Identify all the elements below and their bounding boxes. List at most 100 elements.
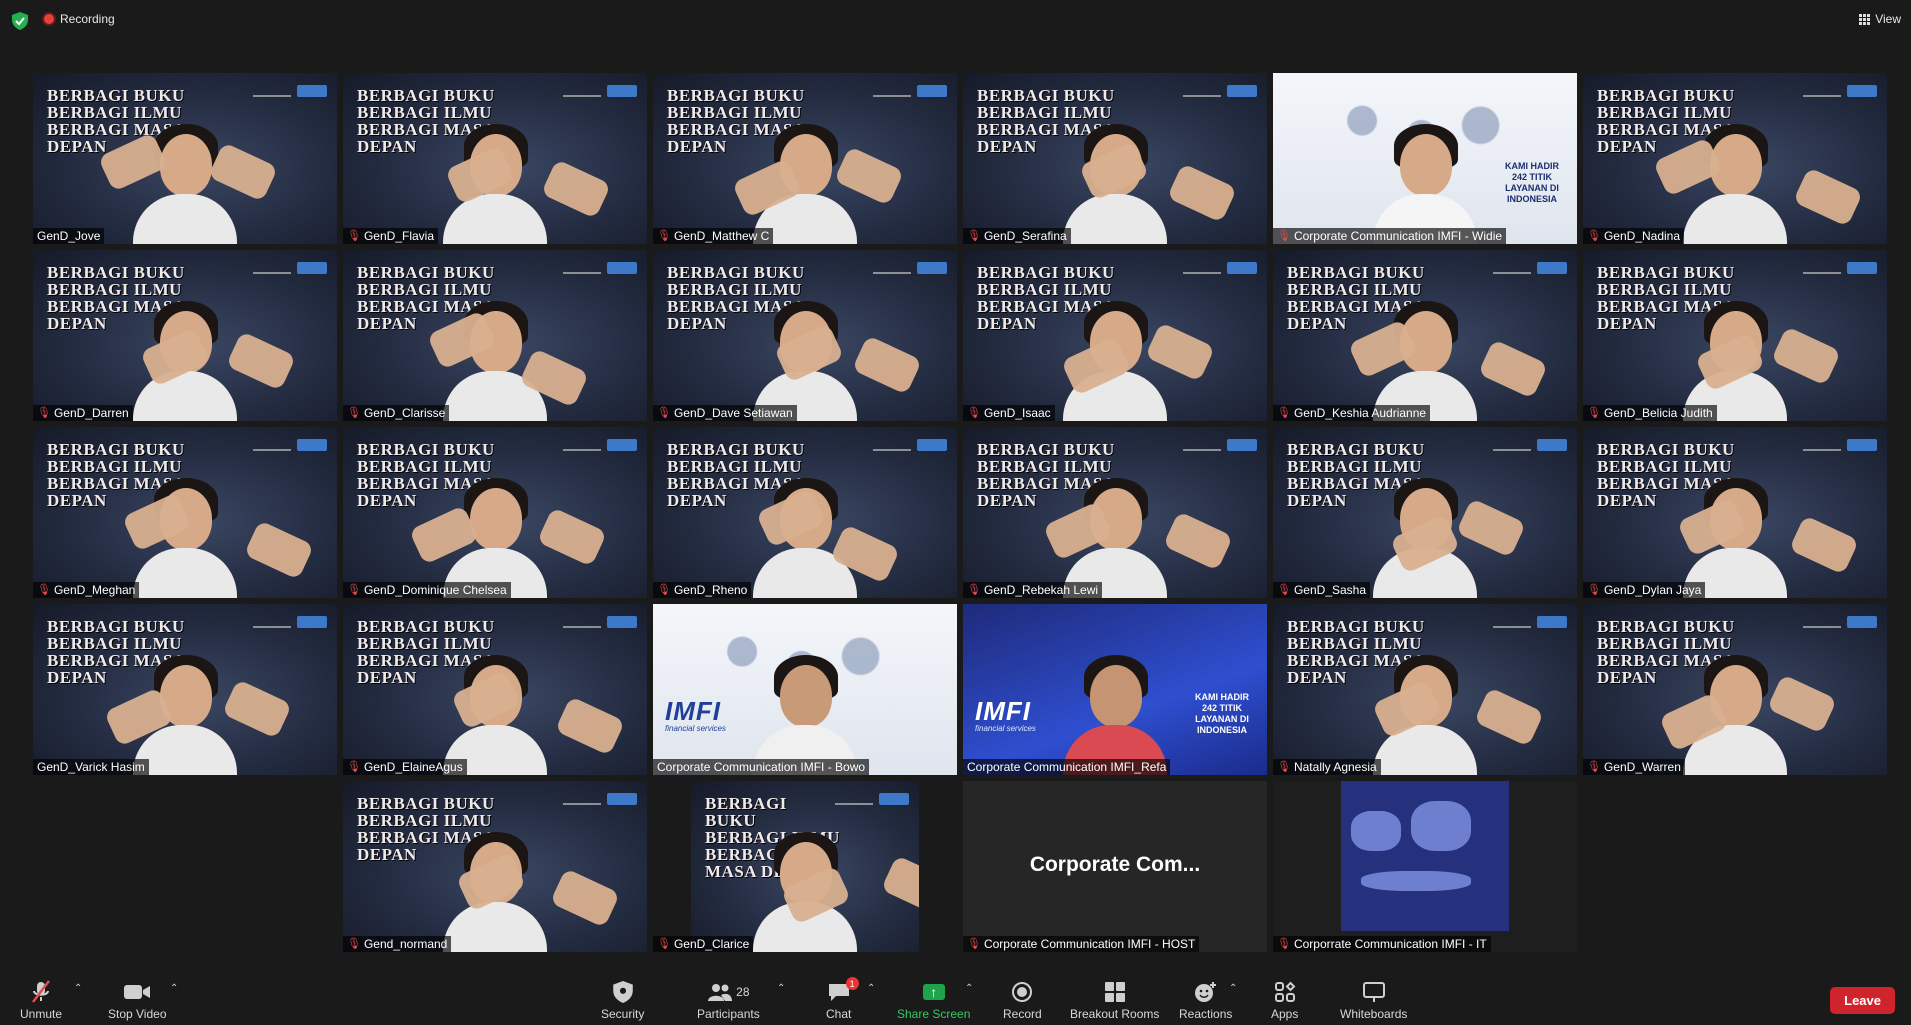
record-button[interactable]: Record bbox=[1003, 979, 1042, 1021]
breakout-rooms-icon bbox=[1104, 979, 1126, 1005]
brand-logo bbox=[563, 793, 601, 805]
security-button[interactable]: Security bbox=[601, 979, 644, 1021]
reactions-button[interactable]: Reactions bbox=[1179, 979, 1232, 1021]
audio-options-caret-icon[interactable]: ⌃ bbox=[74, 983, 82, 994]
sponsor-logo bbox=[1227, 85, 1257, 97]
participant-video bbox=[1055, 625, 1175, 775]
participant-tile[interactable]: BERBAGI BUKU BERBAGI ILMU BERBAGI MASA DEP… bbox=[343, 781, 647, 952]
participant-tile[interactable]: IMFI financial services Corporate Communic… bbox=[653, 604, 957, 775]
participant-name: GenD_Dominique Chelsea bbox=[363, 583, 507, 597]
participant-tile[interactable]: BERBAGI BUKU BERBAGI ILMU BERBAGI MASA DEP… bbox=[653, 781, 957, 952]
mic-muted-icon: 🎙 bbox=[1277, 407, 1291, 419]
participant-tile[interactable]: BERBAGI BUKU BERBAGI ILMU BERBAGI MASA DEP… bbox=[1583, 73, 1887, 244]
recording-label: Recording bbox=[60, 12, 115, 26]
participant-name: GenD_Meghan bbox=[53, 583, 136, 597]
chat-button[interactable]: 1 Chat bbox=[826, 977, 859, 1021]
sponsor-logo bbox=[297, 85, 327, 97]
brand-logo bbox=[1183, 85, 1221, 97]
mic-muted-icon: 🎙 bbox=[1587, 761, 1601, 773]
participant-tile[interactable]: BERBAGI BUKU BERBAGI ILMU BERBAGI MASA DEP… bbox=[1583, 250, 1887, 421]
participant-tile[interactable]: BERBAGI BUKU BERBAGI ILMU BERBAGI MASA DEP… bbox=[33, 73, 337, 244]
brand-logo bbox=[563, 85, 601, 97]
participant-name-label: 🎙 GenD_Dominique Chelsea bbox=[343, 582, 511, 598]
brand-logo bbox=[1493, 439, 1531, 451]
participant-tile[interactable]: IMFI financial services KAMI HADIR 242 TIT… bbox=[963, 604, 1267, 775]
participant-tile[interactable]: BERBAGI BUKU BERBAGI ILMU BERBAGI MASA DEP… bbox=[33, 427, 337, 598]
view-button[interactable]: View bbox=[1859, 12, 1901, 26]
mic-muted-icon: 🎙 bbox=[657, 407, 671, 419]
participant-name-label: 🎙 GenD_Serafina bbox=[963, 228, 1071, 244]
service-points-text: KAMI HADIR 242 TITIK LAYANAN DI INDONESI… bbox=[1505, 161, 1559, 204]
share-caret-icon[interactable]: ⌃ bbox=[965, 983, 973, 994]
shield-check-icon[interactable] bbox=[12, 12, 28, 30]
apps-button[interactable]: Apps bbox=[1271, 979, 1298, 1021]
participant-tile[interactable]: BERBAGI BUKU BERBAGI ILMU BERBAGI MASA DEP… bbox=[963, 73, 1267, 244]
meeting-topbar: Recording View bbox=[0, 0, 1911, 40]
participant-tile[interactable]: BERBAGI BUKU BERBAGI ILMU BERBAGI MASA DEP… bbox=[343, 73, 647, 244]
participant-tile[interactable]: BERBAGI BUKU BERBAGI ILMU BERBAGI MASA DEP… bbox=[1583, 427, 1887, 598]
participant-tile[interactable]: BERBAGI BUKU BERBAGI ILMU BERBAGI MASA DEP… bbox=[343, 250, 647, 421]
participant-tile[interactable]: BERBAGI BUKU BERBAGI ILMU BERBAGI MASA DEP… bbox=[1583, 604, 1887, 775]
reactions-caret-icon[interactable]: ⌃ bbox=[1229, 983, 1237, 994]
participant-video bbox=[745, 802, 865, 952]
participant-tile[interactable]: BERBAGI BUKU BERBAGI ILMU BERBAGI MASA DEP… bbox=[343, 427, 647, 598]
sponsor-logo bbox=[1847, 616, 1877, 628]
sponsor-logo bbox=[1537, 616, 1567, 628]
leave-button[interactable]: Leave bbox=[1830, 987, 1895, 1014]
sponsor-logo bbox=[297, 616, 327, 628]
participant-tile[interactable]: BERBAGI BUKU BERBAGI ILMU BERBAGI MASA DEP… bbox=[963, 250, 1267, 421]
sponsor-logo bbox=[607, 616, 637, 628]
whiteboards-button[interactable]: Whiteboards bbox=[1340, 979, 1407, 1021]
participant-tile[interactable]: BERBAGI BUKU BERBAGI ILMU BERBAGI MASA DEP… bbox=[653, 427, 957, 598]
participants-count: 28 bbox=[736, 985, 750, 999]
participant-tile[interactable]: 🎙 Corporrate Communication IMFI - IT bbox=[1273, 781, 1577, 952]
sponsor-logo bbox=[607, 793, 637, 805]
security-label: Security bbox=[601, 1007, 645, 1021]
brand-logo bbox=[563, 262, 601, 274]
participant-tile[interactable]: BERBAGI BUKU BERBAGI ILMU BERBAGI MASA DEP… bbox=[653, 250, 957, 421]
participants-button[interactable]: 28 Participants bbox=[697, 979, 760, 1021]
mic-muted-icon: 🎙 bbox=[347, 761, 361, 773]
sponsor-logo bbox=[1227, 439, 1257, 451]
participant-tile[interactable]: BERBAGI BUKU BERBAGI ILMU BERBAGI MASA DEP… bbox=[1273, 250, 1577, 421]
participant-name: GenD_Clarisse bbox=[363, 406, 446, 420]
participant-video bbox=[745, 625, 865, 775]
participant-tile[interactable]: BERBAGI BUKU BERBAGI ILMU BERBAGI MASA DEP… bbox=[963, 427, 1267, 598]
participant-tile[interactable]: BERBAGI BUKU BERBAGI ILMU BERBAGI MASA DEP… bbox=[1273, 427, 1577, 598]
participant-tile[interactable]: BERBAGI BUKU BERBAGI ILMU BERBAGI MASA DEP… bbox=[1273, 604, 1577, 775]
participant-name: Corporate Communication IMFI_Refa bbox=[967, 760, 1167, 774]
whiteboards-label: Whiteboards bbox=[1340, 1007, 1408, 1021]
stop-video-button[interactable]: Stop Video bbox=[108, 979, 167, 1021]
recording-indicator[interactable]: Recording bbox=[44, 12, 115, 26]
breakout-rooms-button[interactable]: Breakout Rooms bbox=[1070, 979, 1159, 1021]
video-gallery: BERBAGI BUKU BERBAGI ILMU BERBAGI MASA DEP… bbox=[33, 73, 1888, 953]
participant-tile[interactable]: BERBAGI BUKU BERBAGI ILMU BERBAGI MASA DEP… bbox=[653, 73, 957, 244]
unmute-button[interactable]: Unmute bbox=[20, 979, 62, 1021]
video-options-caret-icon[interactable]: ⌃ bbox=[170, 983, 178, 994]
mic-muted-icon: 🎙 bbox=[347, 938, 361, 950]
brand-logo bbox=[1183, 262, 1221, 274]
chat-caret-icon[interactable]: ⌃ bbox=[867, 983, 875, 994]
brand-logo bbox=[873, 262, 911, 274]
mic-muted-icon: 🎙 bbox=[1277, 230, 1291, 242]
participant-name-label: 🎙 GenD_Matthew C bbox=[653, 228, 774, 244]
participant-tile[interactable]: KAMI HADIR 242 TITIK LAYANAN DI INDONESI… bbox=[1273, 73, 1577, 244]
participant-tile[interactable]: BERBAGI BUKU BERBAGI ILMU BERBAGI MASA DEP… bbox=[343, 604, 647, 775]
participant-tile[interactable]: BERBAGI BUKU BERBAGI ILMU BERBAGI MASA DEP… bbox=[33, 604, 337, 775]
participant-name-label: 🎙 GenD_Rheno bbox=[653, 582, 752, 598]
mic-muted-icon: 🎙 bbox=[347, 584, 361, 596]
participant-tile[interactable]: Corporate Com... 🎙 Corporate Communication… bbox=[963, 781, 1267, 952]
record-dot-icon bbox=[44, 14, 54, 24]
imfi-logo: IMFI bbox=[665, 696, 721, 726]
share-screen-button[interactable]: ↑ Share Screen bbox=[897, 979, 970, 1021]
participant-name: GenD_Jove bbox=[37, 229, 101, 243]
brand-logo bbox=[1803, 262, 1841, 274]
participants-caret-icon[interactable]: ⌃ bbox=[777, 983, 785, 994]
participant-name: GenD_Belicia Judith bbox=[1603, 406, 1713, 420]
participant-name-label: 🎙 GenD_Belicia Judith bbox=[1583, 405, 1717, 421]
security-shield-icon bbox=[612, 979, 633, 1005]
participant-name: GenD_Warren bbox=[1603, 760, 1681, 774]
participant-tile[interactable]: BERBAGI BUKU BERBAGI ILMU BERBAGI MASA DEP… bbox=[33, 250, 337, 421]
brand-logo bbox=[1803, 85, 1841, 97]
participant-name: GenD_Varick Hasim bbox=[37, 760, 145, 774]
